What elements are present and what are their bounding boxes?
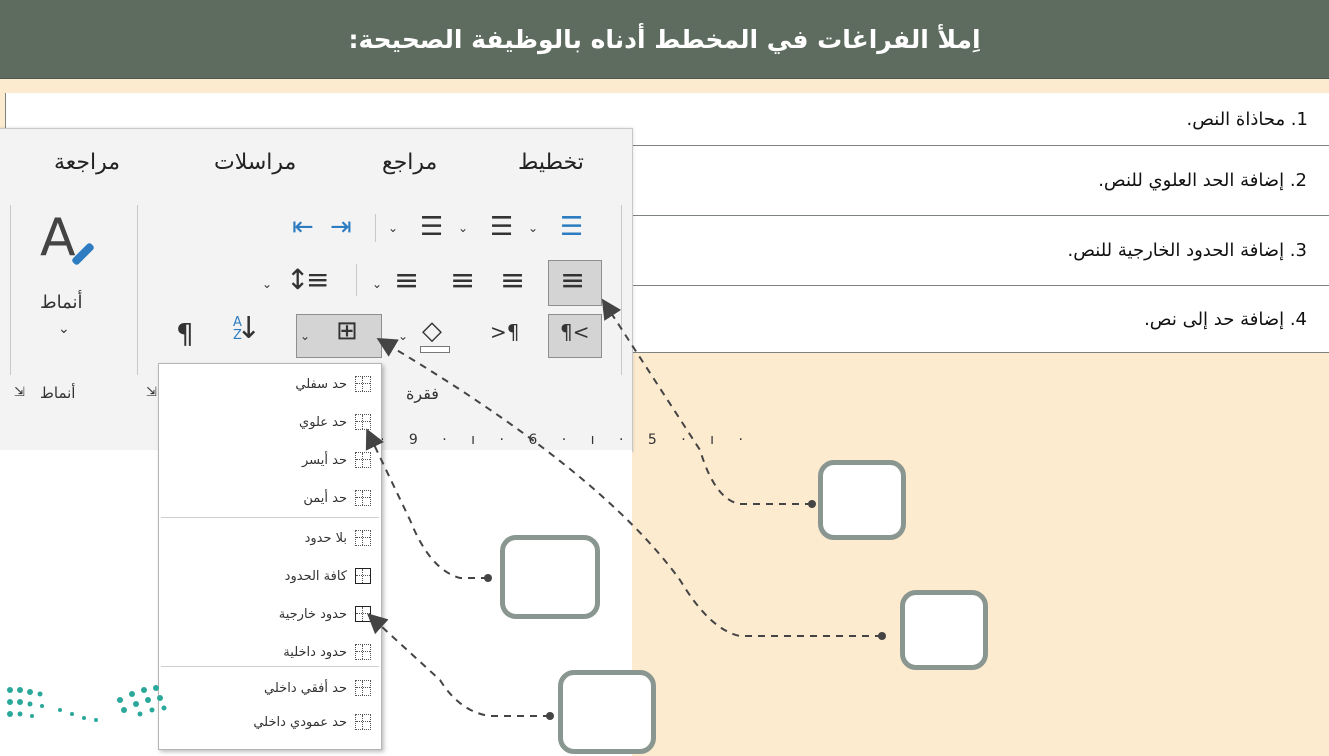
connector-lines — [365, 298, 886, 720]
ministry-logo — [7, 685, 167, 722]
